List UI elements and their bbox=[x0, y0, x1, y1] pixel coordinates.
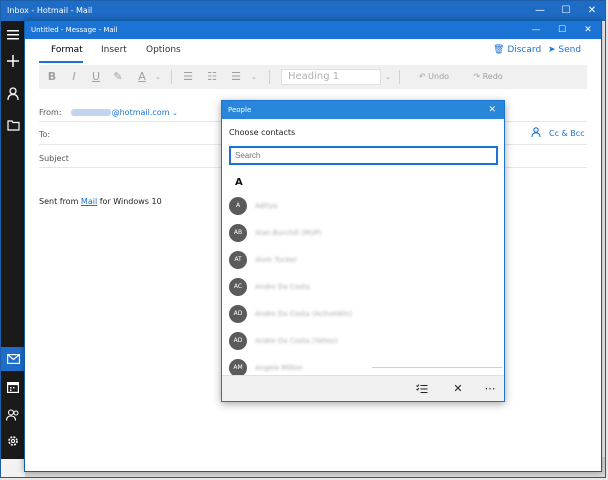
contact-item[interactable]: AD Andre Da Costa (ActiveWin) bbox=[229, 305, 499, 325]
to-field[interactable]: To: bbox=[39, 130, 50, 139]
folder-icon[interactable] bbox=[1, 113, 25, 137]
contact-item[interactable]: A Aditya bbox=[229, 197, 499, 217]
trash-icon: 🗑 bbox=[493, 45, 505, 55]
mail-icon[interactable] bbox=[1, 347, 25, 371]
highlight-icon[interactable]: ✎ bbox=[109, 65, 127, 89]
people-dialog: People ✕ Choose contacts A A Aditya AB A… bbox=[221, 100, 505, 402]
align-button[interactable]: ☰ bbox=[227, 65, 245, 89]
avatar: AT bbox=[229, 251, 247, 269]
avatar: A bbox=[229, 197, 247, 215]
contact-item[interactable]: AD Andre Da Costa (Yahoo) bbox=[229, 332, 499, 352]
chevron-down-icon[interactable]: ⌄ bbox=[383, 65, 393, 89]
letter-group-header: A bbox=[235, 177, 243, 188]
font-color-button[interactable]: A bbox=[133, 65, 151, 89]
discard-label: Discard bbox=[507, 45, 542, 55]
more-options-icon[interactable]: ⋯ bbox=[480, 376, 500, 402]
inbox-maximize-button[interactable]: ☐ bbox=[553, 1, 579, 21]
underline-button[interactable]: U bbox=[87, 65, 105, 89]
chevron-down-icon[interactable]: ⌄ bbox=[249, 65, 259, 89]
chevron-down-icon[interactable]: ⌄ bbox=[172, 109, 178, 117]
redo-button[interactable]: ↷ Redo bbox=[465, 65, 511, 89]
chevron-down-icon[interactable]: ⌄ bbox=[153, 65, 163, 89]
bold-button[interactable]: B bbox=[43, 65, 61, 89]
gear-icon[interactable] bbox=[1, 429, 25, 453]
contact-item[interactable]: AC Andre Da Costa bbox=[229, 278, 499, 298]
ribbon-divider bbox=[171, 70, 172, 84]
contact-name: Andre Da Costa (Yahoo) bbox=[255, 337, 338, 345]
italic-button[interactable]: I bbox=[65, 65, 83, 89]
to-label: To: bbox=[39, 130, 51, 139]
avatar: AB bbox=[229, 224, 247, 242]
subject-field[interactable]: Subject bbox=[39, 154, 69, 163]
contact-name: Andre Da Costa (ActiveWin) bbox=[255, 310, 353, 318]
scrollbar[interactable] bbox=[372, 367, 502, 368]
avatar: AM bbox=[229, 359, 247, 375]
compose-minimize-button[interactable]: — bbox=[523, 21, 549, 39]
mail-link[interactable]: Mail bbox=[81, 197, 97, 206]
from-email: @hotmail.com bbox=[111, 108, 170, 117]
person-icon[interactable] bbox=[1, 81, 25, 105]
calendar-icon[interactable] bbox=[1, 375, 25, 399]
numbering-button[interactable]: ☷ bbox=[203, 65, 221, 89]
cancel-icon[interactable]: ✕ bbox=[448, 376, 468, 402]
inbox-close-button[interactable]: ✕ bbox=[579, 1, 605, 21]
inbox-window-title: Inbox - Hotmail - Mail bbox=[1, 1, 605, 21]
compose-close-button[interactable]: ✕ bbox=[575, 21, 601, 39]
people-picker-icon[interactable] bbox=[531, 127, 541, 140]
undo-label: Undo bbox=[428, 72, 450, 81]
compose-title-text: Untitled - Message - Mail bbox=[31, 26, 118, 34]
tab-format[interactable]: Format bbox=[51, 45, 83, 55]
search-input[interactable] bbox=[229, 146, 498, 165]
bullets-button[interactable]: ☰ bbox=[179, 65, 197, 89]
contact-name: Alan Burchill (MVP) bbox=[255, 229, 322, 237]
avatar: AC bbox=[229, 278, 247, 296]
format-ribbon: B I U ✎ A ⌄ ☰ ☷ ☰ ⌄ Heading 1 ⌄ ↶ Undo ↷… bbox=[39, 65, 587, 89]
message-body[interactable]: Sent from Mail for Windows 10 bbox=[39, 197, 162, 206]
compose-maximize-button[interactable]: ☐ bbox=[549, 21, 575, 39]
undo-icon: ↶ bbox=[418, 72, 426, 81]
body-suffix: for Windows 10 bbox=[97, 197, 162, 206]
choose-contacts-heading: Choose contacts bbox=[229, 128, 296, 137]
undo-button[interactable]: ↶ Undo bbox=[411, 65, 457, 89]
contact-name: Angela Milton bbox=[255, 364, 303, 372]
contact-name: Alvin Tucker bbox=[255, 256, 297, 264]
contact-list: A Aditya AB Alan Burchill (MVP) AT Alvin… bbox=[229, 197, 499, 375]
people-title-text: People bbox=[228, 106, 252, 114]
plus-icon[interactable] bbox=[1, 49, 25, 73]
body-prefix: Sent from bbox=[39, 197, 81, 206]
avatar: AD bbox=[229, 305, 247, 323]
contact-name: Aditya bbox=[255, 202, 278, 210]
discard-button[interactable]: 🗑 Discard bbox=[493, 45, 541, 55]
heading-style-select[interactable]: Heading 1 bbox=[281, 69, 381, 85]
people-icon[interactable] bbox=[1, 403, 25, 427]
from-address-blurred bbox=[70, 109, 111, 116]
hamburger-icon[interactable] bbox=[1, 23, 25, 47]
inbox-minimize-button[interactable]: — bbox=[527, 1, 553, 21]
send-label: Send bbox=[558, 45, 582, 55]
left-rail bbox=[1, 21, 25, 459]
compose-window-title: Untitled - Message - Mail — ☐ ✕ bbox=[25, 21, 601, 39]
from-field[interactable]: From: @hotmail.com ⌄ bbox=[39, 108, 178, 117]
subject-placeholder: Subject bbox=[39, 154, 69, 163]
people-dialog-title: People ✕ bbox=[222, 101, 504, 119]
ribbon-divider bbox=[269, 70, 270, 84]
tab-options[interactable]: Options bbox=[146, 45, 181, 55]
send-icon: ➤ bbox=[548, 45, 556, 55]
active-tab-indicator bbox=[39, 61, 83, 63]
tab-insert[interactable]: Insert bbox=[101, 45, 127, 55]
close-icon[interactable]: ✕ bbox=[488, 101, 496, 119]
from-label: From: bbox=[39, 108, 62, 117]
ribbon-divider bbox=[399, 70, 400, 84]
people-dialog-footer: ✕ ⋯ bbox=[222, 375, 504, 401]
contact-item[interactable]: AT Alvin Tucker bbox=[229, 251, 499, 271]
avatar: AD bbox=[229, 332, 247, 350]
select-checklist-icon[interactable] bbox=[412, 376, 432, 402]
contact-name: Andre Da Costa bbox=[255, 283, 310, 291]
redo-label: Redo bbox=[482, 72, 503, 81]
send-button[interactable]: ➤ Send bbox=[548, 45, 581, 55]
cc-bcc-button[interactable]: Cc & Bcc bbox=[549, 129, 585, 138]
redo-icon: ↷ bbox=[473, 72, 481, 81]
contact-item[interactable]: AB Alan Burchill (MVP) bbox=[229, 224, 499, 244]
